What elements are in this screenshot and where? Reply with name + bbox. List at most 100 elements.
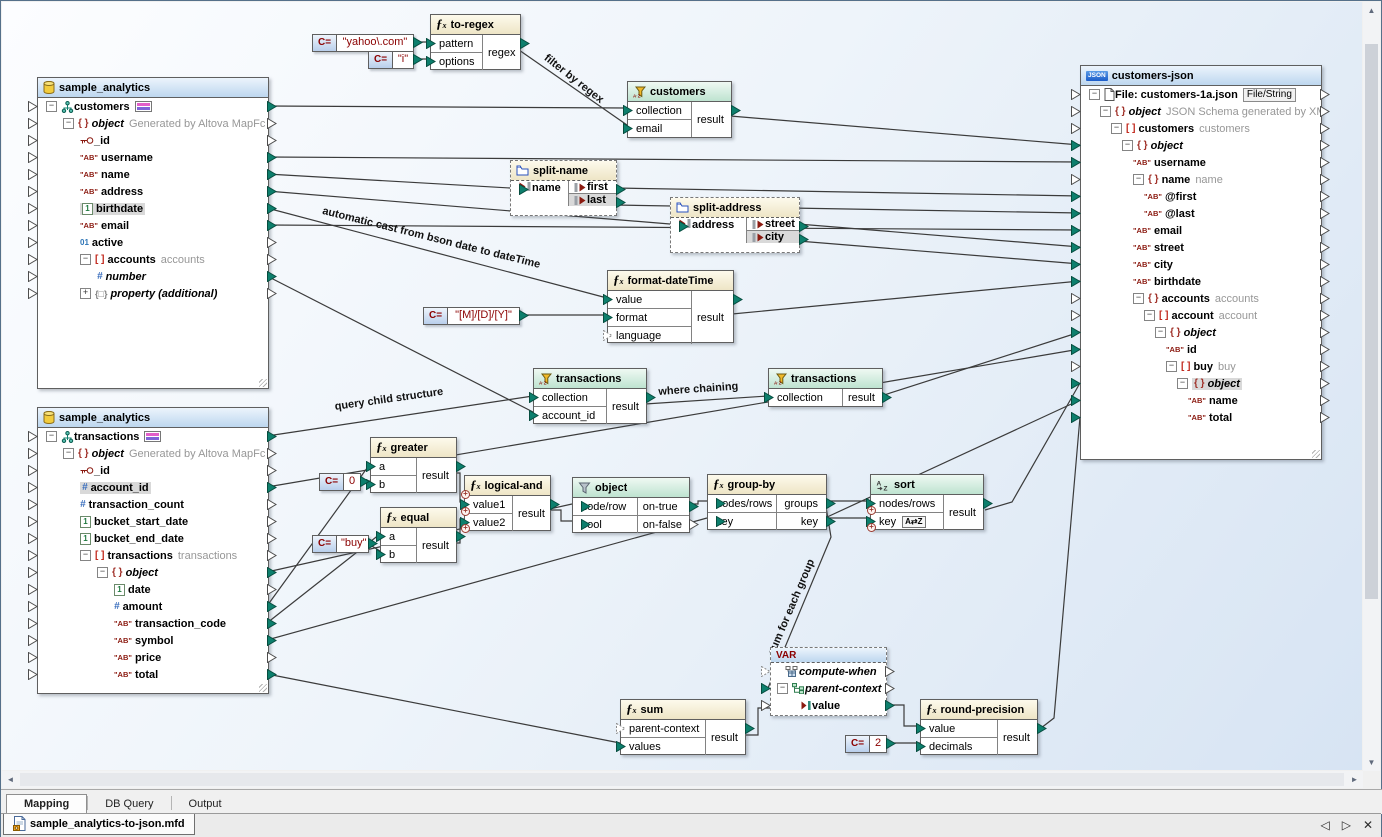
view-tab-mapping[interactable]: Mapping <box>6 794 87 814</box>
connection-line[interactable] <box>267 674 620 743</box>
output-connector[interactable] <box>1320 208 1330 219</box>
component-title-bar[interactable]: ƒxgreater <box>371 438 456 458</box>
tree-item-@first[interactable]: "AB"@first <box>1081 188 1321 205</box>
output-connector[interactable] <box>1320 344 1330 355</box>
tree-item-street[interactable]: "AB"street <box>1081 239 1321 256</box>
input-connector[interactable] <box>1071 378 1081 389</box>
add-input-icon[interactable]: + <box>461 524 470 533</box>
input-connector[interactable] <box>28 101 38 112</box>
output-connector[interactable] <box>267 618 277 629</box>
constant-0[interactable]: C="yahoo\.com" <box>312 34 414 52</box>
output-connector[interactable] <box>368 538 378 549</box>
expander-toggle[interactable]: − <box>63 118 74 129</box>
connection-line[interactable] <box>985 383 1080 510</box>
tree-item-file-customers-1a-json[interactable]: −File: customers-1a.jsonFile/String <box>1081 86 1321 103</box>
input-connector[interactable] <box>581 519 591 530</box>
tree-item-property-additional-[interactable]: +{□}property (additional) <box>38 285 268 302</box>
close-tab-button[interactable]: ✕ <box>1363 818 1373 832</box>
input-connector[interactable] <box>28 550 38 561</box>
input-row-key[interactable]: keyA⇄Z <box>871 512 943 530</box>
tree-item-accounts[interactable]: −[ ]accountsaccounts <box>38 251 268 268</box>
output-connector[interactable] <box>1320 395 1330 406</box>
constant-value[interactable]: "yahoo\.com" <box>337 35 413 51</box>
input-row-value[interactable]: value <box>608 291 691 308</box>
tree-item-transaction_count[interactable]: #transaction_count <box>38 496 268 513</box>
connection-line[interactable] <box>267 106 627 108</box>
output-connector[interactable] <box>550 499 560 510</box>
output-connector[interactable] <box>1320 412 1330 423</box>
input-connector[interactable] <box>764 392 774 403</box>
component-title-bar[interactable]: ƒxto-regex <box>431 15 520 35</box>
input-row-a[interactable]: a <box>381 528 416 545</box>
output-connector[interactable] <box>689 519 699 530</box>
input-connector[interactable] <box>616 723 626 734</box>
query-settings-button[interactable] <box>135 101 152 112</box>
output-connector[interactable] <box>267 203 277 214</box>
component-title-bar[interactable]: A·Ztransactions <box>769 369 882 389</box>
input-connector[interactable] <box>716 516 726 527</box>
query-settings-button[interactable] <box>144 431 161 442</box>
tree-item-total[interactable]: "AB"total <box>1081 409 1321 426</box>
constant-value[interactable]: 0 <box>344 474 360 490</box>
constant-2[interactable]: C="[M]/[D]/[Y]" <box>423 307 520 325</box>
output-connector[interactable] <box>1320 276 1330 287</box>
output-connector[interactable] <box>885 683 895 694</box>
component-title-bar[interactable]: ƒxsum <box>621 700 745 720</box>
connection-line[interactable] <box>267 157 1080 162</box>
connection-line[interactable] <box>267 174 510 188</box>
result-cell[interactable]: result <box>416 528 456 563</box>
expander-toggle[interactable]: − <box>46 431 57 442</box>
output-connector[interactable] <box>267 465 277 476</box>
tree-item-account[interactable]: −[ ]accountaccount <box>1081 307 1321 324</box>
output-connector[interactable] <box>689 501 699 512</box>
tree-item-total[interactable]: "AB"total <box>38 666 268 683</box>
component-fn-equal[interactable]: ƒxequalabresult <box>380 507 457 563</box>
tree-item-object[interactable]: −{ }objectGenerated by Altova MapFc <box>38 445 268 462</box>
input-connector[interactable] <box>1071 344 1081 355</box>
output-connector[interactable] <box>456 461 466 472</box>
vertical-scroll-thumb[interactable] <box>1365 44 1378 599</box>
input-row-value2[interactable]: value2 <box>465 513 512 531</box>
result-cell[interactable]: result <box>691 102 731 137</box>
input-connector[interactable] <box>28 669 38 680</box>
input-connector[interactable] <box>28 271 38 282</box>
view-tab-output[interactable]: Output <box>172 795 239 814</box>
input-cell[interactable]: name <box>511 181 568 206</box>
input-connector[interactable] <box>1071 327 1081 338</box>
tree-item-object[interactable]: −{ }object <box>1081 324 1321 341</box>
tree-item-number[interactable]: #number <box>38 268 268 285</box>
tree-item-price[interactable]: "AB"price <box>38 649 268 666</box>
output-connector[interactable] <box>1320 293 1330 304</box>
output-connector[interactable] <box>267 431 277 442</box>
output-connector[interactable] <box>1320 361 1330 372</box>
output-connector[interactable] <box>413 54 423 65</box>
tree-item-customers[interactable]: −customers <box>38 98 268 115</box>
tree-item-name[interactable]: −{ }namename <box>1081 171 1321 188</box>
tree-item-_id[interactable]: _id <box>38 462 268 479</box>
mapping-canvas[interactable]: filter by regexautomatic cast from bson … <box>2 2 1362 770</box>
input-connector[interactable] <box>616 741 626 752</box>
tree-item-accounts[interactable]: −{ }accountsaccounts <box>1081 290 1321 307</box>
input-connector[interactable] <box>623 123 633 134</box>
output-connector[interactable] <box>886 738 896 749</box>
result-cell[interactable]: regex <box>482 35 520 70</box>
input-connector[interactable] <box>761 683 771 694</box>
output-connector[interactable] <box>646 392 656 403</box>
input-connector[interactable] <box>28 618 38 629</box>
expander-toggle[interactable]: + <box>80 288 91 299</box>
component-title-bar[interactable]: sample_analytics <box>38 78 268 98</box>
tree-item-bucket_start_date[interactable]: 1bucket_start_date <box>38 513 268 530</box>
input-connector[interactable] <box>28 186 38 197</box>
output-connector[interactable] <box>1320 123 1330 134</box>
input-connector[interactable] <box>716 498 726 509</box>
component-fn-round-precision[interactable]: ƒxround-precisionvaluedecimalsresult <box>920 699 1038 755</box>
component-target-customers-json[interactable]: JSONcustomers-json−File: customers-1a.js… <box>1080 65 1322 460</box>
tree-item-object[interactable]: −{ }object <box>1081 137 1321 154</box>
input-connector[interactable] <box>28 135 38 146</box>
input-connector[interactable] <box>1071 412 1081 423</box>
expander-toggle[interactable]: − <box>777 683 788 694</box>
tree-item-transaction_code[interactable]: "AB"transaction_code <box>38 615 268 632</box>
expander-toggle[interactable]: − <box>63 448 74 459</box>
component-title-bar[interactable]: ƒxequal <box>381 508 456 528</box>
output-connector[interactable] <box>360 476 370 487</box>
